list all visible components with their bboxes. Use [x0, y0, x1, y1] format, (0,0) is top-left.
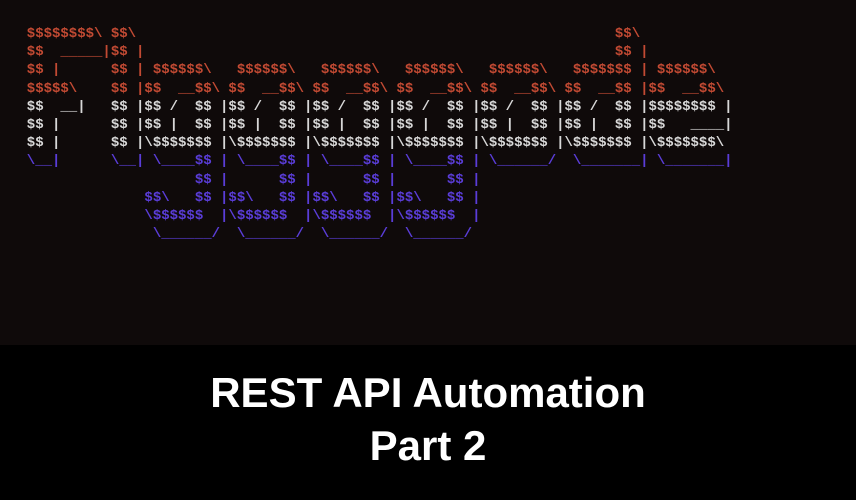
- ascii-line: \______/ \______/ \______/ \______/: [10, 225, 846, 243]
- ascii-line: $$ _____|$$ | $$ |: [10, 43, 846, 61]
- ascii-line: $$$$$$$$\ $$\ $$\: [10, 25, 846, 43]
- footer-subtitle: Part 2: [10, 420, 846, 473]
- footer-bar: REST API Automation Part 2: [0, 345, 856, 500]
- ascii-line: $$ | $$ | $$$$$$\ $$$$$$\ $$$$$$\ $$$$$$…: [10, 61, 846, 79]
- ascii-line: $$ | $$ |\$$$$$$$ |\$$$$$$$ |\$$$$$$$ |\…: [10, 134, 846, 152]
- ascii-line: $$ | $$ | $$ | $$ |: [10, 171, 846, 189]
- ascii-line: $$ | $$ |$$ | $$ |$$ | $$ |$$ | $$ |$$ |…: [10, 116, 846, 134]
- ascii-line: $$\ $$ |$$\ $$ |$$\ $$ |$$\ $$ |: [10, 189, 846, 207]
- footer-title: REST API Automation: [10, 367, 846, 420]
- ascii-line: $$$$$\ $$ |$$ __$$\ $$ __$$\ $$ __$$\ $$…: [10, 80, 846, 98]
- ascii-line: \__| \__| \____$$ | \____$$ | \____$$ | …: [10, 152, 846, 170]
- ascii-line: $$ __| $$ |$$ / $$ |$$ / $$ |$$ / $$ |$$…: [10, 98, 846, 116]
- ascii-art-banner: $$$$$$$$\ $$\ $$\ $$ _____|$$ | $$ | $$ …: [0, 0, 856, 253]
- ascii-line: \$$$$$$ |\$$$$$$ |\$$$$$$ |\$$$$$$ |: [10, 207, 846, 225]
